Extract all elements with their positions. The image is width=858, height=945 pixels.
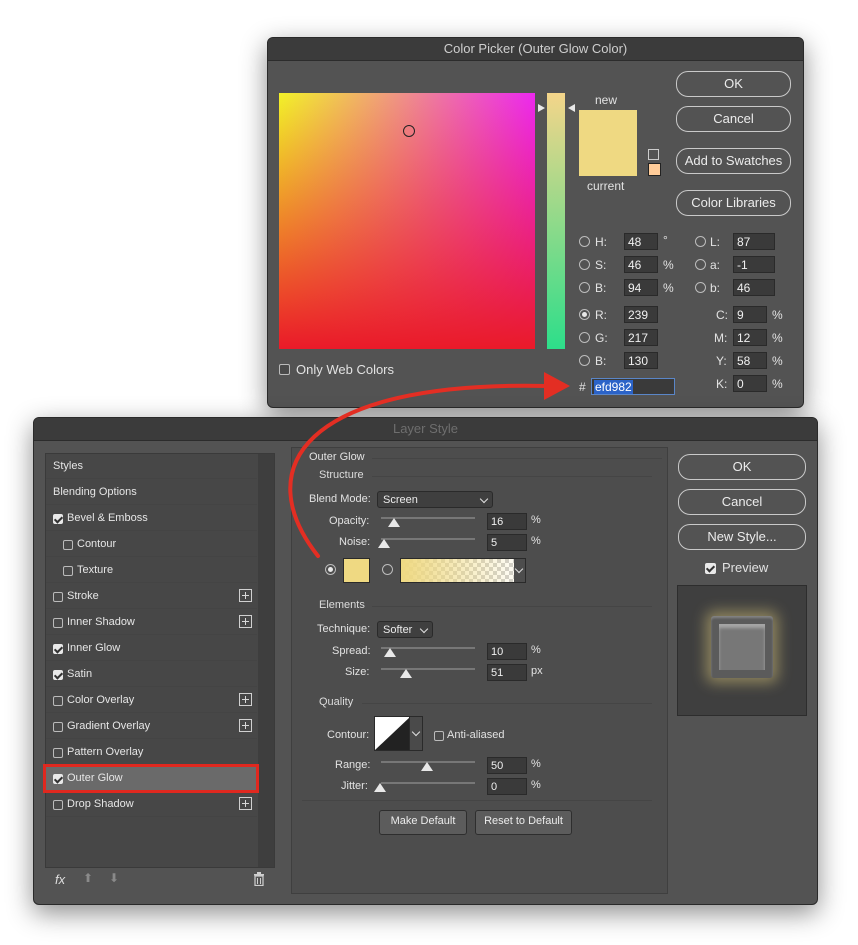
annotation-arrow-line — [288, 383, 550, 558]
annotation-arrow — [288, 372, 570, 558]
annotation-arrow-head — [544, 372, 570, 400]
